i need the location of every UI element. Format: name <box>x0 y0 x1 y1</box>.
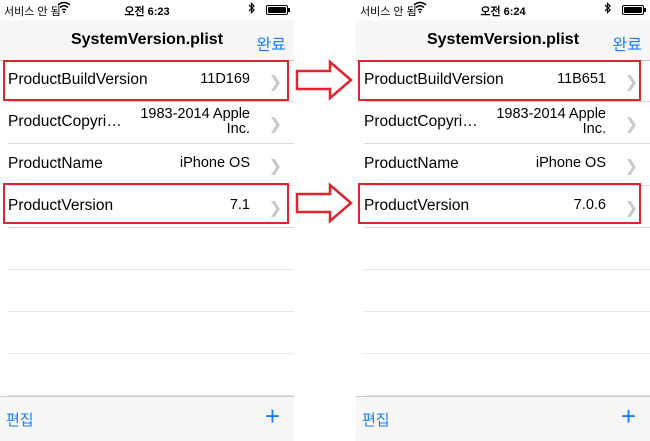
row-product-copyright[interactable]: ProductCopyri… 1983-2014 Apple Inc. ❯ <box>8 102 294 144</box>
bluetooth-icon <box>248 1 256 18</box>
highlight-build-version-after <box>358 60 641 101</box>
empty-row <box>8 354 294 396</box>
edit-button[interactable]: 편집 <box>6 409 34 430</box>
chevron-right-icon: ❯ <box>268 158 282 175</box>
nav-title: SystemVersion.plist <box>70 31 224 48</box>
right-arrow-icon <box>295 182 353 224</box>
nav-title: SystemVersion.plist <box>426 31 580 48</box>
row-key: ProductCopyri… <box>364 113 478 130</box>
add-button[interactable]: + <box>621 403 636 429</box>
row-product-copyright[interactable]: ProductCopyri… 1983-2014 Apple Inc. ❯ <box>364 102 650 144</box>
row-value: 1983-2014 Apple Inc. <box>496 106 606 137</box>
battery-icon <box>266 5 290 15</box>
row-value: iPhone OS <box>535 155 606 171</box>
chevron-right-icon: ❯ <box>624 116 638 133</box>
highlight-build-version-before <box>3 60 289 101</box>
right-arrow-icon <box>295 59 353 101</box>
status-bar: 서비스 안 됨 오전 6:23 <box>0 0 294 20</box>
highlight-version-after <box>358 183 641 224</box>
empty-row <box>364 270 650 312</box>
row-key: ProductCopyri… <box>8 113 122 130</box>
add-button[interactable]: + <box>265 403 280 429</box>
status-bar: 서비스 안 됨 오전 6:24 <box>356 0 650 20</box>
nav-bar: SystemVersion.plist 완료 <box>356 20 650 61</box>
plist-table: ProductBuildVersion 11D169 ❯ ProductCopy… <box>0 60 294 396</box>
plist-table: ProductBuildVersion 11B651 ❯ ProductCopy… <box>356 60 650 396</box>
bluetooth-icon <box>604 1 612 18</box>
row-product-name[interactable]: ProductName iPhone OS ❯ <box>364 144 650 186</box>
row-product-name[interactable]: ProductName iPhone OS ❯ <box>8 144 294 186</box>
row-value: iPhone OS <box>179 155 250 171</box>
empty-row <box>364 354 650 396</box>
edit-button[interactable]: 편집 <box>362 409 390 430</box>
nav-bar: SystemVersion.plist 완료 <box>0 20 294 61</box>
battery-fill <box>624 7 642 13</box>
battery-fill <box>268 7 286 13</box>
highlight-version-before <box>3 183 289 224</box>
bottom-toolbar: 편집 + <box>356 396 650 441</box>
row-key: ProductName <box>364 155 459 172</box>
row-value: 1983-2014 Apple Inc. <box>140 106 250 137</box>
row-key: ProductName <box>8 155 103 172</box>
chevron-right-icon: ❯ <box>268 116 282 133</box>
battery-icon <box>622 5 646 15</box>
empty-row <box>8 228 294 270</box>
chevron-right-icon: ❯ <box>624 158 638 175</box>
empty-row <box>8 270 294 312</box>
bottom-toolbar: 편집 + <box>0 396 294 441</box>
done-button[interactable]: 완료 <box>257 31 286 55</box>
done-button[interactable]: 완료 <box>613 31 642 55</box>
empty-row <box>364 228 650 270</box>
empty-row <box>8 312 294 354</box>
empty-row <box>364 312 650 354</box>
